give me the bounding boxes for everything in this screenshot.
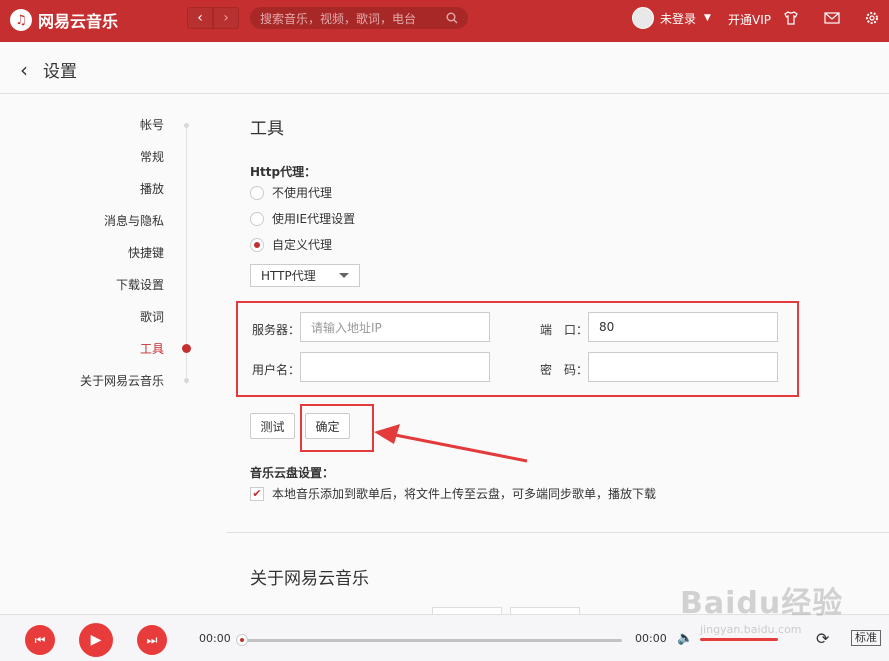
sidebar-item-download[interactable]: 下载设置 — [116, 276, 164, 293]
settings-main: 工具 Http代理： 不使用代理 使用IE代理设置 自定义代理 HTTP代理 服… — [226, 94, 889, 615]
server-label: 服务器： — [252, 323, 301, 337]
player-bar: ⏮ ▶ ⏭ 00:00 00:00 🔈 ⟳ 标准 — [0, 614, 889, 661]
play-button[interactable]: ▶ — [79, 623, 113, 657]
radio-button[interactable] — [250, 185, 264, 200]
search-placeholder: 搜索音乐，视频，歌词，电台 — [260, 11, 417, 26]
username-label: 用户名： — [252, 363, 301, 377]
username-input[interactable] — [300, 352, 490, 382]
gear-icon[interactable] — [863, 9, 881, 27]
radio-label[interactable]: 不使用代理 — [272, 184, 332, 201]
play-icon: ▶ — [90, 632, 102, 648]
progress-knob[interactable] — [236, 634, 248, 646]
sidebar-item-privacy[interactable]: 消息与隐私 — [104, 212, 164, 229]
radio-ie-proxy[interactable]: 使用IE代理设置 — [250, 210, 355, 227]
port-label: 端 口： — [540, 323, 589, 337]
volume-icon[interactable]: 🔈 — [677, 631, 693, 646]
proxy-type-select[interactable]: HTTP代理 — [250, 264, 360, 287]
chevron-down-icon — [339, 273, 349, 278]
nav-forward-button[interactable]: › — [213, 7, 239, 29]
port-input[interactable]: 80 — [588, 312, 778, 342]
netease-logo-icon: ♫ — [10, 9, 32, 31]
radio-button-checked[interactable] — [250, 237, 264, 252]
confirm-highlight-box — [300, 404, 374, 452]
sidebar-item-about[interactable]: 关于网易云音乐 — [80, 372, 164, 389]
section-divider — [226, 532, 889, 533]
port-value: 80 — [599, 320, 615, 334]
radio-custom-proxy[interactable]: 自定义代理 — [250, 236, 332, 253]
settings-sidebar: 帐号 常规 播放 消息与隐私 快捷键 下载设置 歌词 工具 关于网易云音乐 — [0, 94, 226, 614]
skin-shirt-icon[interactable] — [782, 9, 800, 27]
quality-badge[interactable]: 标准 — [851, 630, 881, 646]
sidebar-item-shortcuts[interactable]: 快捷键 — [128, 244, 164, 261]
vip-link[interactable]: 开通VIP — [728, 11, 771, 28]
settings-header: ‹ 设置 — [0, 42, 889, 94]
sidebar-item-playback[interactable]: 播放 — [140, 180, 164, 197]
sidebar-item-lyrics[interactable]: 歌词 — [140, 308, 164, 325]
server-input[interactable]: 请输入地址IP — [300, 312, 490, 342]
app-logo[interactable]: ♫ 网易云音乐 — [10, 8, 118, 32]
search-icon[interactable] — [446, 12, 458, 24]
volume-slider[interactable] — [700, 638, 778, 641]
sidebar-dot — [184, 378, 189, 383]
sidebar-item-account[interactable]: 帐号 — [140, 116, 164, 133]
skip-forward-icon: ⏭ — [146, 632, 158, 647]
mail-icon[interactable] — [823, 9, 841, 27]
cloud-settings-label: 音乐云盘设置： — [250, 466, 335, 480]
sidebar-item-general[interactable]: 常规 — [140, 148, 164, 165]
chevron-right-icon: › — [223, 10, 229, 26]
radio-button[interactable] — [250, 211, 264, 226]
top-bar: ♫ 网易云音乐 ‹ › 搜索音乐，视频，歌词，电台 未登录 ▼ 开通VIP — [0, 0, 889, 42]
sidebar-dot — [184, 123, 189, 128]
previous-track-button[interactable]: ⏮ — [25, 625, 55, 655]
checkbox-checked-icon[interactable]: ✔ — [250, 486, 264, 501]
next-track-button[interactable]: ⏭ — [137, 625, 167, 655]
tools-section-title: 工具 — [250, 119, 284, 139]
app-brand: 网易云音乐 — [38, 12, 119, 31]
proxy-fields-highlight: 服务器： 请输入地址IP 端 口： 80 用户名： 密 码： — [236, 301, 799, 397]
avatar[interactable] — [632, 7, 654, 29]
current-time: 00:00 — [199, 632, 231, 645]
sidebar-item-tools[interactable]: 工具 — [140, 340, 164, 357]
password-label: 密 码： — [540, 363, 589, 377]
server-placeholder: 请输入地址IP — [311, 320, 382, 335]
radio-no-proxy[interactable]: 不使用代理 — [250, 184, 332, 201]
sidebar-active-dot — [182, 344, 191, 353]
nav-back-button[interactable]: ‹ — [187, 7, 213, 29]
annotation-arrow-icon — [374, 424, 528, 463]
loop-icon[interactable]: ⟳ — [816, 629, 829, 648]
search-input[interactable]: 搜索音乐，视频，歌词，电台 — [250, 7, 468, 29]
radio-label[interactable]: 使用IE代理设置 — [272, 210, 355, 227]
total-time: 00:00 — [635, 632, 667, 645]
page-title: 设置 — [43, 62, 77, 82]
proxy-type-value: HTTP代理 — [261, 269, 316, 283]
skip-back-icon: ⏮ — [34, 632, 46, 647]
back-chevron-icon[interactable]: ‹ — [20, 58, 28, 82]
http-proxy-label: Http代理： — [250, 165, 317, 179]
user-name[interactable]: 未登录 — [660, 10, 696, 27]
about-section-title: 关于网易云音乐 — [250, 569, 369, 589]
caret-down-icon[interactable]: ▼ — [704, 13, 711, 23]
cloud-upload-label[interactable]: 本地音乐添加到歌单后，将文件上传至云盘，可多端同步歌单，播放下载 — [272, 485, 656, 502]
radio-label[interactable]: 自定义代理 — [272, 236, 332, 253]
test-button[interactable]: 测试 — [250, 413, 295, 439]
user-menu[interactable]: 未登录 ▼ — [632, 7, 711, 29]
chevron-left-icon: ‹ — [197, 10, 203, 26]
cloud-upload-option[interactable]: ✔ 本地音乐添加到歌单后，将文件上传至云盘，可多端同步歌单，播放下载 — [250, 485, 656, 502]
progress-track[interactable] — [241, 639, 622, 642]
password-input[interactable] — [588, 352, 778, 382]
